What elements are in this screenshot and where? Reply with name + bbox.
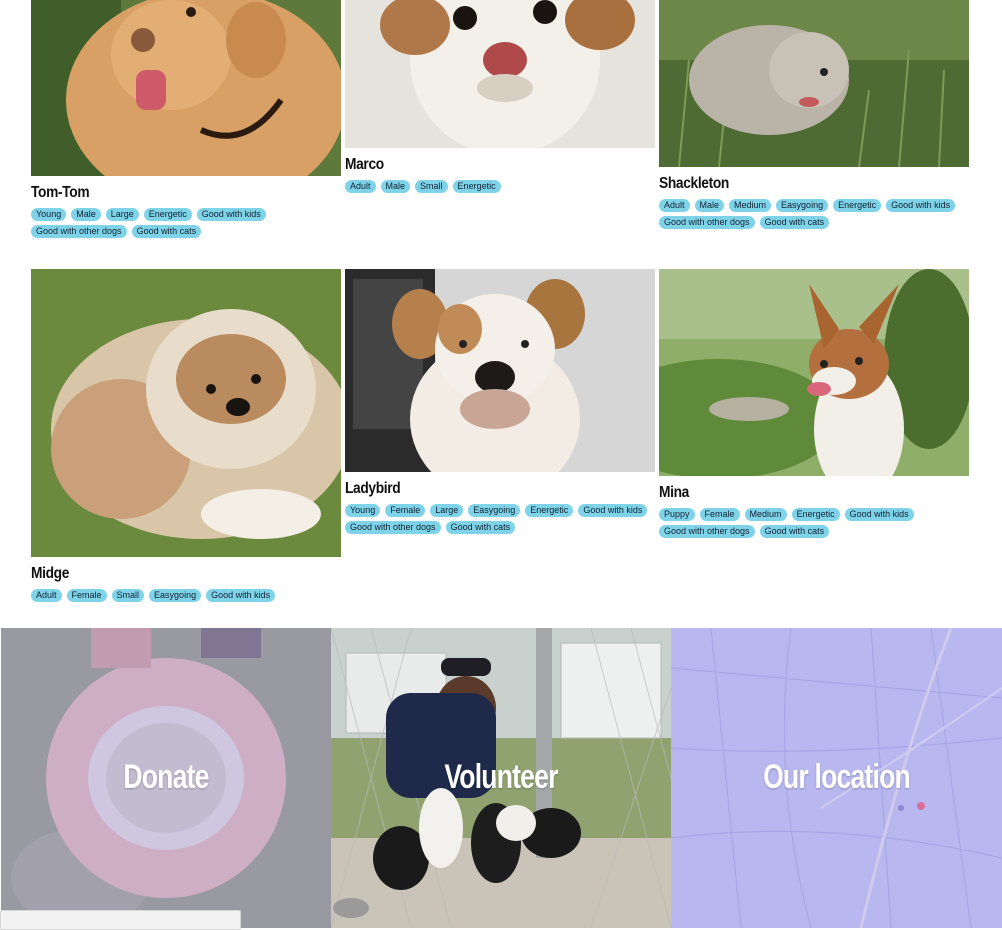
- dog-card-midge[interactable]: Midge Adult Female Small Easygoing Good …: [31, 269, 341, 602]
- dog-photo-midge[interactable]: [31, 269, 341, 557]
- volunteer-panel[interactable]: Volunteer: [331, 628, 671, 928]
- dog-card-tom-tom[interactable]: Tom-Tom Young Male Large Energetic Good …: [31, 0, 341, 238]
- donate-panel[interactable]: Donate: [1, 628, 331, 928]
- tag: Young: [345, 504, 381, 517]
- tag: Good with kids: [844, 508, 914, 521]
- tag: Female: [66, 589, 107, 602]
- dog-name: Tom-Tom: [31, 184, 90, 201]
- dog-tags: Adult Female Small Easygoing Good with k…: [31, 589, 361, 602]
- tag: Good with cats: [759, 216, 830, 229]
- tag: Adult: [659, 199, 690, 212]
- tag: Good with cats: [131, 225, 202, 238]
- tag: Young: [31, 208, 67, 221]
- dog-card-shackleton[interactable]: Shackleton Adult Male Medium Easygoing E…: [659, 0, 969, 229]
- tag: Good with cats: [445, 521, 516, 534]
- donate-title[interactable]: Donate: [37, 758, 294, 797]
- dog-card-ladybird[interactable]: Ladybird Young Female Large Easygoing En…: [345, 269, 655, 534]
- dog-tags: Young Female Large Easygoing Energetic G…: [345, 504, 675, 534]
- tag: Male: [380, 180, 411, 193]
- tag: Good with kids: [886, 199, 956, 212]
- tag: Good with other dogs: [659, 525, 755, 538]
- volunteer-title[interactable]: Volunteer: [368, 758, 633, 797]
- tag: Easygoing: [776, 199, 829, 212]
- dog-photo-mina[interactable]: [659, 269, 969, 476]
- tag: Male: [71, 208, 101, 221]
- tag: Medium: [744, 508, 787, 521]
- tag: Female: [385, 504, 426, 517]
- location-panel[interactable]: Our location: [671, 628, 1002, 928]
- tag: Easygoing: [468, 504, 521, 517]
- tag: Energetic: [143, 208, 192, 221]
- tag: Energetic: [791, 508, 840, 521]
- tag: Energetic: [833, 199, 882, 212]
- dog-photo-ladybird[interactable]: [345, 269, 655, 472]
- dog-name: Marco: [345, 156, 384, 173]
- dog-tags: Puppy Female Medium Energetic Good with …: [659, 508, 989, 538]
- location-title[interactable]: Our location: [707, 758, 965, 797]
- tag: Good with kids: [206, 589, 276, 602]
- dog-card-mina[interactable]: Mina Puppy Female Medium Energetic Good …: [659, 269, 969, 538]
- tag: Small: [415, 180, 448, 193]
- tag: Female: [699, 508, 740, 521]
- dog-tags: Young Male Large Energetic Good with kid…: [31, 208, 361, 238]
- tag: Adult: [345, 180, 376, 193]
- tag: Large: [105, 208, 139, 221]
- dog-photo-tom-tom[interactable]: [31, 0, 341, 176]
- tag: Medium: [729, 199, 772, 212]
- tag: Good with other dogs: [659, 216, 755, 229]
- dog-photo-shackleton[interactable]: [659, 0, 969, 167]
- tag: Easygoing: [149, 589, 202, 602]
- dog-name: Mina: [659, 484, 689, 501]
- tag: Puppy: [659, 508, 695, 521]
- tag: Male: [694, 199, 725, 212]
- dog-card-marco[interactable]: Marco Adult Male Small Energetic: [345, 0, 655, 193]
- tag: Good with kids: [196, 208, 266, 221]
- tag: Small: [111, 589, 145, 602]
- tag: Large: [430, 504, 464, 517]
- dog-photo-marco[interactable]: [345, 0, 655, 148]
- dog-name: Midge: [31, 565, 70, 582]
- tag: Energetic: [525, 504, 574, 517]
- tag: Good with kids: [578, 504, 648, 517]
- dog-tags: Adult Male Medium Easygoing Energetic Go…: [659, 199, 989, 229]
- horizontal-scrollbar[interactable]: [0, 910, 241, 930]
- action-panels: Donate Volunteer Our location: [0, 628, 1002, 928]
- dog-name: Ladybird: [345, 480, 401, 497]
- tag: Good with other dogs: [31, 225, 127, 238]
- tag: Adult: [31, 589, 62, 602]
- dog-grid: Tom-Tom Young Male Large Energetic Good …: [0, 0, 1002, 628]
- tag: Good with other dogs: [345, 521, 441, 534]
- dog-tags: Adult Male Small Energetic: [345, 180, 675, 193]
- dog-name: Shackleton: [659, 175, 729, 192]
- tag: Good with cats: [759, 525, 830, 538]
- tag: Energetic: [452, 180, 501, 193]
